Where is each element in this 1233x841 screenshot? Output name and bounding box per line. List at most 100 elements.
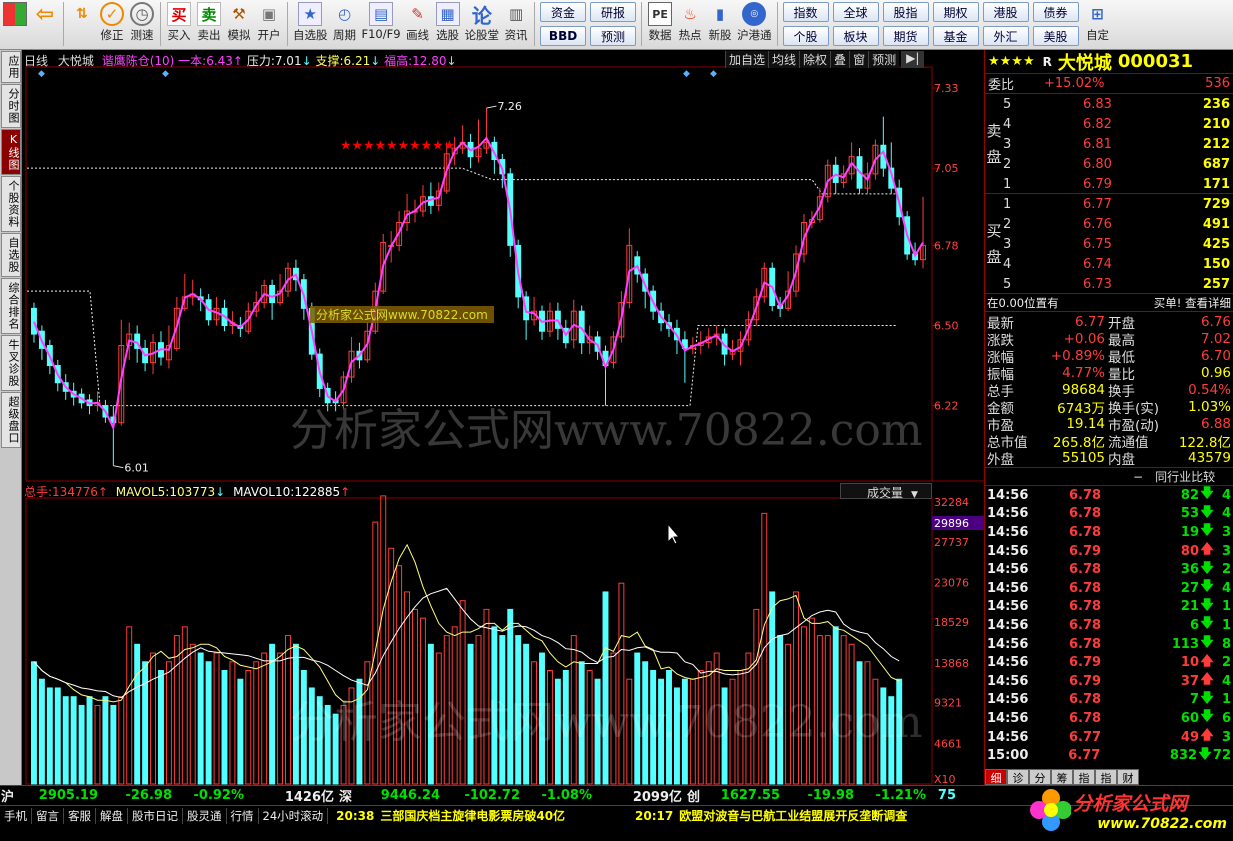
market-期权-button[interactable]: 期权 (932, 2, 979, 22)
market-板块-button[interactable]: 板块 (832, 26, 879, 46)
market-外汇-button[interactable]: 外汇 (982, 26, 1029, 46)
sidebar-tab-1[interactable]: 分时图 (1, 84, 21, 128)
bottom-tab-股市日记[interactable]: 股市日记 (128, 807, 183, 824)
sh-amount: 1426亿 (284, 790, 334, 805)
volume-axis-label: 27737 (934, 536, 969, 549)
toolbar-sell-button[interactable]: 卖卖出 (194, 2, 224, 48)
toolbar-f10-button[interactable]: ▤ F10/F9 (360, 2, 403, 48)
toolbar-zixuangu-button[interactable]: ★ 自选股 (291, 2, 330, 48)
kline-btn-预测[interactable]: 预测 (868, 51, 900, 68)
toolbar-lunguntang-button[interactable]: 论论股堂 (463, 2, 502, 48)
market-债券-button[interactable]: 债券 (1032, 2, 1079, 22)
market-港股-button[interactable]: 港股 (982, 2, 1029, 22)
toolbar-moni-button[interactable]: ⚒ 模拟 (224, 2, 254, 48)
bottom-tab-留言[interactable]: 留言 (32, 807, 64, 824)
toolbar-menu-grid-button[interactable] (0, 2, 30, 48)
toolbar-back-button[interactable]: ⇦ (30, 2, 60, 48)
sidebar-tab-2[interactable]: K线图 (1, 129, 21, 175)
book-row[interactable]: 2 6.80 687 (1003, 154, 1233, 174)
market-个股-button[interactable]: 个股 (782, 26, 829, 46)
sidebar-tab-0[interactable]: 应用 (1, 51, 21, 83)
toolbar-huaxian-button[interactable]: ✎ 画线 (403, 2, 433, 48)
book-row[interactable]: 4 6.82 210 (1003, 114, 1233, 134)
star-icon: ★ (298, 2, 323, 26)
tick-price: 6.78 (1069, 692, 1102, 708)
toolbar-xuangu-button[interactable]: ▦ 选股 (433, 2, 463, 48)
book-row[interactable]: 1 6.77 729 (1003, 194, 1233, 214)
book-row[interactable]: 2 6.76 491 (1003, 214, 1233, 234)
toolbar-buy-button[interactable]: 买买入 (164, 2, 194, 48)
price-axis-label: 6.22 (934, 400, 959, 413)
market-期货-button[interactable]: 期货 (882, 26, 929, 46)
book-row[interactable]: 4 6.74 150 (1003, 254, 1233, 274)
toolbar-hugangtong-button[interactable]: ◎ 沪港通 (735, 2, 774, 48)
kline-btn-均线[interactable]: 均线 (768, 51, 800, 68)
kline-btn-窗[interactable]: 窗 (849, 51, 869, 68)
toolbar-moni-label: 模拟 (227, 28, 251, 42)
toolbar-small-button[interactable]: BBD (540, 26, 587, 46)
news-headline[interactable]: 三部国庆档主旋律电影票房破40亿 (380, 807, 565, 824)
volume-bar (38, 678, 45, 785)
toolbar-zhouqi-button[interactable]: ◴ 周期 (330, 2, 360, 48)
market-股指-button[interactable]: 股指 (882, 2, 929, 22)
industry-compare-button[interactable]: 同行业比较 (1155, 468, 1215, 485)
toolbar-cesu-button[interactable]: ◷ 测速 (127, 2, 157, 48)
sidebar-tab-6[interactable]: 牛叉诊股 (1, 335, 21, 391)
sidebar-tab-7[interactable]: 超级盘口 (1, 392, 21, 448)
view-detail-link[interactable]: 买单! 查看详细 (1154, 295, 1231, 311)
sidebar-tab-4[interactable]: 自选股 (1, 233, 21, 277)
toolbar-small-button[interactable]: 研报 (590, 2, 637, 22)
book-row[interactable]: 5 6.83 236 (1003, 94, 1233, 114)
indicator-label[interactable]: 谐鹰陈仓(10) (102, 54, 175, 68)
toolbar-separator (641, 2, 643, 46)
bottom-tab-手机[interactable]: 手机 (0, 807, 32, 824)
market-基金-button[interactable]: 基金 (932, 26, 979, 46)
logo-url: www.70822.com (1097, 815, 1227, 832)
market-美股-button[interactable]: 美股 (1032, 26, 1079, 46)
toolbar-xingu-button[interactable]: ▮ 新股 (705, 2, 735, 48)
toolbar-separator (63, 2, 64, 46)
pin-icon[interactable]: ▶| (901, 51, 925, 68)
book-row[interactable]: 5 6.73 257 (1003, 274, 1233, 294)
book-row[interactable]: 3 6.81 212 (1003, 134, 1233, 154)
flower-logo-icon (1030, 789, 1072, 831)
toolbar-kaihu-button[interactable]: ▣ 开户 (254, 2, 284, 48)
bottom-tab-解盘[interactable]: 解盘 (96, 807, 128, 824)
toolbar-small-button[interactable]: 预测 (590, 26, 637, 46)
book-volume: 425 (1202, 236, 1230, 252)
toolbar-shuju-button[interactable]: PE 数据 (645, 2, 675, 48)
fugao-label: 福高: (384, 54, 413, 68)
volume-bar (78, 704, 85, 785)
period-label[interactable]: 日线 (24, 54, 48, 68)
bottom-tab-24小时滚动[interactable]: 24小时滚动 (259, 807, 329, 824)
market-全球-button[interactable]: 全球 (832, 2, 879, 22)
volume-axis-label: 29896 (934, 517, 969, 530)
toolbar-xiuzheng-button[interactable]: ✓ 修正 (97, 2, 127, 48)
tick-count: 1 (1221, 617, 1231, 633)
news-headline[interactable]: 欧盟对波音与巴航工业结盟展开反垄断调查 (679, 807, 907, 824)
collapse-icon[interactable]: − (1133, 470, 1143, 484)
toolbar-zixun-button[interactable]: ▥ 资讯 (501, 2, 531, 48)
market-指数-button[interactable]: 指数 (782, 2, 829, 22)
quote-tab-1[interactable]: 诊 (1007, 769, 1029, 785)
tick-time: 14:56 (987, 562, 1029, 578)
book-row[interactable]: 3 6.75 425 (1003, 234, 1233, 254)
toolbar-redian-button[interactable]: ♨ 热点 (675, 2, 705, 48)
kline-chart-area[interactable]: ★ ★ ★ ★ ★ ★ ★ ★ ★ ★ ◆ ◆ ◆ ◆ 7.26 6.01 7.33 7.05 6.78 6.50 6… (22, 50, 984, 786)
sidebar-tab-3[interactable]: 个股资料 (1, 176, 21, 232)
kline-btn-除权[interactable]: 除权 (799, 51, 831, 68)
sh-label: 沪 (0, 790, 14, 805)
book-row[interactable]: 1 6.79 171 (1003, 174, 1233, 194)
bottom-tab-行情[interactable]: 行情 (227, 807, 259, 824)
kline-btn-叠[interactable]: 叠 (830, 51, 850, 68)
quote-tab-0[interactable]: 细 (985, 769, 1007, 785)
volume-indicator-dropdown[interactable]: 成交量 ▼ (840, 483, 932, 500)
toolbar-zidingyi-button[interactable]: ⊞ 自定 (1083, 2, 1113, 48)
bottom-tab-客服[interactable]: 客服 (64, 807, 96, 824)
toolbar-updown-button[interactable]: ⇅ (67, 2, 97, 48)
bottom-tab-股灵通[interactable]: 股灵通 (183, 807, 227, 824)
toolbar-small-button[interactable]: 资金 (540, 2, 587, 22)
signal-star-icon: ★ (432, 138, 444, 153)
sidebar-tab-5[interactable]: 综合排名 (1, 278, 21, 334)
kline-btn-加自选[interactable]: 加自选 (725, 51, 769, 68)
